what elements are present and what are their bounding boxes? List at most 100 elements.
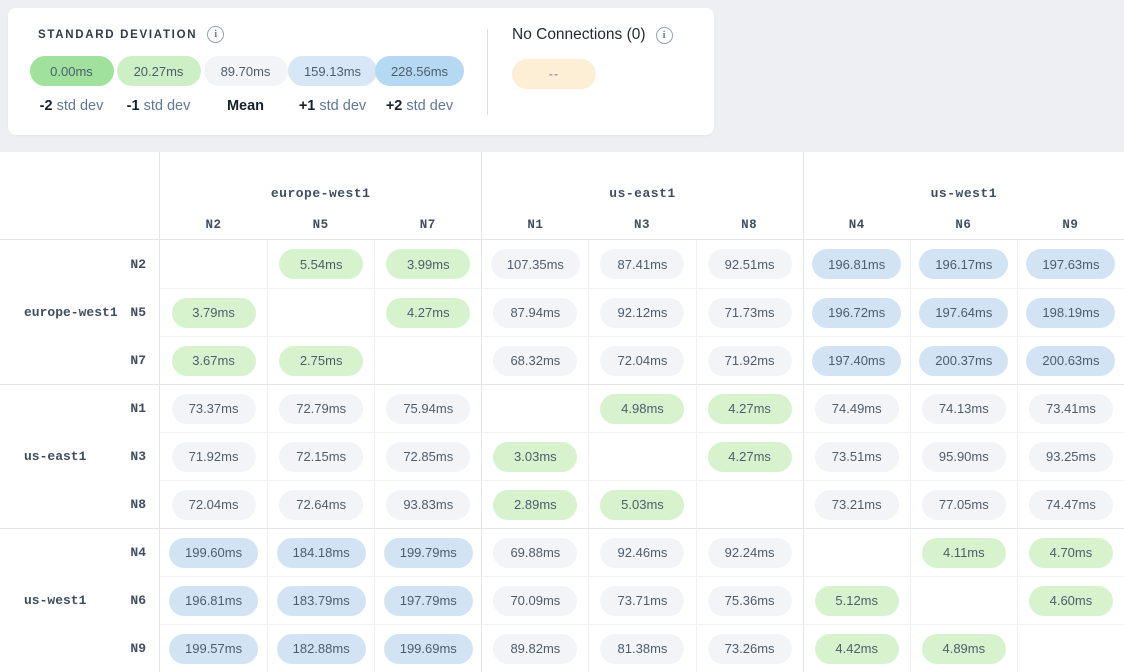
latency-pill[interactable]: 4.27ms <box>708 442 792 472</box>
latency-pill[interactable]: 81.38ms <box>600 634 684 664</box>
latency-pill[interactable]: 184.18ms <box>277 538 366 568</box>
latency-pill[interactable]: 5.12ms <box>815 586 899 616</box>
latency-pill[interactable]: 92.51ms <box>708 249 792 279</box>
latency-pill[interactable]: 199.60ms <box>169 538 258 568</box>
latency-pill[interactable]: 200.63ms <box>1026 346 1115 376</box>
latency-pill[interactable]: 199.69ms <box>384 634 473 664</box>
legend-label-bold: Mean <box>227 98 264 114</box>
latency-pill[interactable]: 5.54ms <box>279 249 363 279</box>
latency-cell: 196.72ms <box>803 288 910 336</box>
latency-pill[interactable]: 77.05ms <box>922 490 1006 520</box>
row-label-cell: N9 <box>0 624 160 672</box>
latency-pill[interactable]: 183.79ms <box>277 586 366 616</box>
latency-pill[interactable]: 107.35ms <box>491 249 580 279</box>
latency-pill[interactable]: 2.89ms <box>493 490 577 520</box>
latency-cell: 200.37ms <box>910 336 1017 384</box>
latency-pill[interactable]: 3.79ms <box>172 298 256 328</box>
row-node-label: N2 <box>130 257 146 272</box>
latency-pill[interactable]: 72.85ms <box>386 442 470 472</box>
latency-cell: 92.51ms <box>696 240 803 288</box>
legend-label: Mean <box>227 98 264 114</box>
latency-pill[interactable]: 93.83ms <box>386 490 470 520</box>
legend-item: 89.70msMean <box>202 56 289 114</box>
latency-pill[interactable]: 87.41ms <box>600 249 684 279</box>
legend-label-rest: std dev <box>140 98 191 114</box>
latency-pill[interactable]: 3.03ms <box>493 442 577 472</box>
latency-pill[interactable]: 72.15ms <box>279 442 363 472</box>
latency-pill[interactable]: 89.82ms <box>493 634 577 664</box>
latency-pill[interactable]: 74.13ms <box>922 394 1006 424</box>
latency-pill[interactable]: 4.70ms <box>1029 538 1113 568</box>
latency-pill[interactable]: 3.99ms <box>386 249 470 279</box>
latency-pill[interactable]: 75.36ms <box>708 586 792 616</box>
latency-cell: 87.94ms <box>481 288 588 336</box>
latency-cell: 75.36ms <box>696 576 803 624</box>
legend-label-bold: -2 <box>40 98 53 114</box>
latency-pill[interactable]: 69.88ms <box>493 538 577 568</box>
latency-pill[interactable]: 71.73ms <box>708 298 792 328</box>
latency-pill[interactable]: 3.67ms <box>172 346 256 376</box>
latency-pill[interactable]: 92.12ms <box>600 298 684 328</box>
latency-pill[interactable]: 73.21ms <box>815 490 899 520</box>
latency-pill[interactable]: 199.57ms <box>169 634 258 664</box>
latency-cell: 71.73ms <box>696 288 803 336</box>
latency-pill[interactable]: 4.89ms <box>922 634 1006 664</box>
no-connections-title: No Connections (0) <box>512 26 646 44</box>
latency-pill[interactable]: 4.98ms <box>600 394 684 424</box>
latency-pill[interactable]: 70.09ms <box>493 586 577 616</box>
latency-pill[interactable]: 72.79ms <box>279 394 363 424</box>
legend-item: 159.13ms+1 std dev <box>289 56 376 114</box>
latency-pill[interactable]: 93.25ms <box>1029 442 1113 472</box>
latency-pill[interactable]: 197.63ms <box>1026 249 1115 279</box>
latency-pill[interactable]: 68.32ms <box>493 346 577 376</box>
info-icon[interactable]: i <box>656 27 673 44</box>
latency-pill[interactable]: 197.79ms <box>384 586 473 616</box>
latency-pill[interactable]: 182.88ms <box>277 634 366 664</box>
latency-pill[interactable]: 4.42ms <box>815 634 899 664</box>
latency-pill[interactable]: 2.75ms <box>279 346 363 376</box>
latency-cell: 182.88ms <box>267 624 374 672</box>
latency-pill[interactable]: 4.27ms <box>708 394 792 424</box>
self-latency-cell <box>696 480 803 528</box>
latency-pill[interactable]: 73.26ms <box>708 634 792 664</box>
latency-pill[interactable]: 74.47ms <box>1029 490 1113 520</box>
latency-pill[interactable]: 72.04ms <box>172 490 256 520</box>
latency-pill[interactable]: 197.64ms <box>919 298 1008 328</box>
latency-pill[interactable]: 72.04ms <box>600 346 684 376</box>
latency-pill[interactable]: 87.94ms <box>493 298 577 328</box>
latency-pill[interactable]: 199.79ms <box>384 538 473 568</box>
latency-pill[interactable]: 5.03ms <box>600 490 684 520</box>
latency-pill[interactable]: 72.64ms <box>279 490 363 520</box>
latency-cell: 74.49ms <box>803 384 910 432</box>
latency-pill[interactable]: 73.71ms <box>600 586 684 616</box>
latency-pill[interactable]: 200.37ms <box>919 346 1008 376</box>
latency-cell: 107.35ms <box>481 240 588 288</box>
latency-pill[interactable]: 92.24ms <box>708 538 792 568</box>
latency-pill[interactable]: 196.72ms <box>812 298 901 328</box>
latency-pill[interactable]: 74.49ms <box>815 394 899 424</box>
latency-pill[interactable]: 75.94ms <box>386 394 470 424</box>
latency-pill[interactable]: 196.81ms <box>169 586 258 616</box>
self-latency-cell <box>1017 624 1124 672</box>
info-icon[interactable]: i <box>207 26 224 43</box>
latency-pill[interactable]: 73.41ms <box>1029 394 1113 424</box>
latency-pill[interactable]: 196.81ms <box>812 249 901 279</box>
latency-pill[interactable]: 4.11ms <box>922 538 1006 568</box>
latency-pill[interactable]: 73.37ms <box>172 394 256 424</box>
latency-pill[interactable]: 197.40ms <box>812 346 901 376</box>
row-label-cell: us-west1N6 <box>0 576 160 624</box>
legend-pill: 159.13ms <box>288 56 377 86</box>
latency-pill[interactable]: 71.92ms <box>172 442 256 472</box>
std-deviation-title: STANDARD DEVIATION <box>38 29 197 41</box>
latency-pill[interactable]: 95.90ms <box>922 442 1006 472</box>
latency-pill[interactable]: 198.19ms <box>1026 298 1115 328</box>
latency-cell: 70.09ms <box>481 576 588 624</box>
self-latency-cell <box>267 288 374 336</box>
latency-cell: 73.26ms <box>696 624 803 672</box>
latency-pill[interactable]: 4.27ms <box>386 298 470 328</box>
latency-pill[interactable]: 196.17ms <box>919 249 1008 279</box>
latency-pill[interactable]: 73.51ms <box>815 442 899 472</box>
latency-pill[interactable]: 71.92ms <box>708 346 792 376</box>
latency-pill[interactable]: 92.46ms <box>600 538 684 568</box>
latency-pill[interactable]: 4.60ms <box>1029 586 1113 616</box>
